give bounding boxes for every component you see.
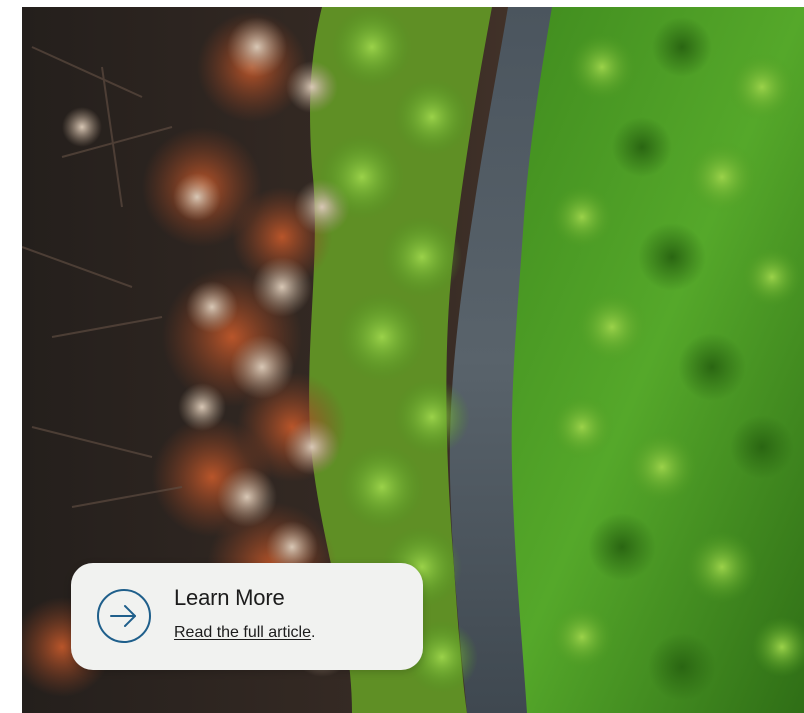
card-title: Learn More bbox=[174, 585, 285, 610]
read-article-link[interactable]: Read the full article bbox=[174, 624, 311, 641]
card-link-line: Read the full article. bbox=[174, 624, 315, 642]
arrow-right-circle-icon[interactable] bbox=[95, 587, 153, 645]
page: Learn More Read the full article. bbox=[0, 0, 804, 713]
learn-more-card: Learn More Read the full article. bbox=[71, 563, 423, 670]
card-link-suffix: . bbox=[310, 624, 316, 641]
